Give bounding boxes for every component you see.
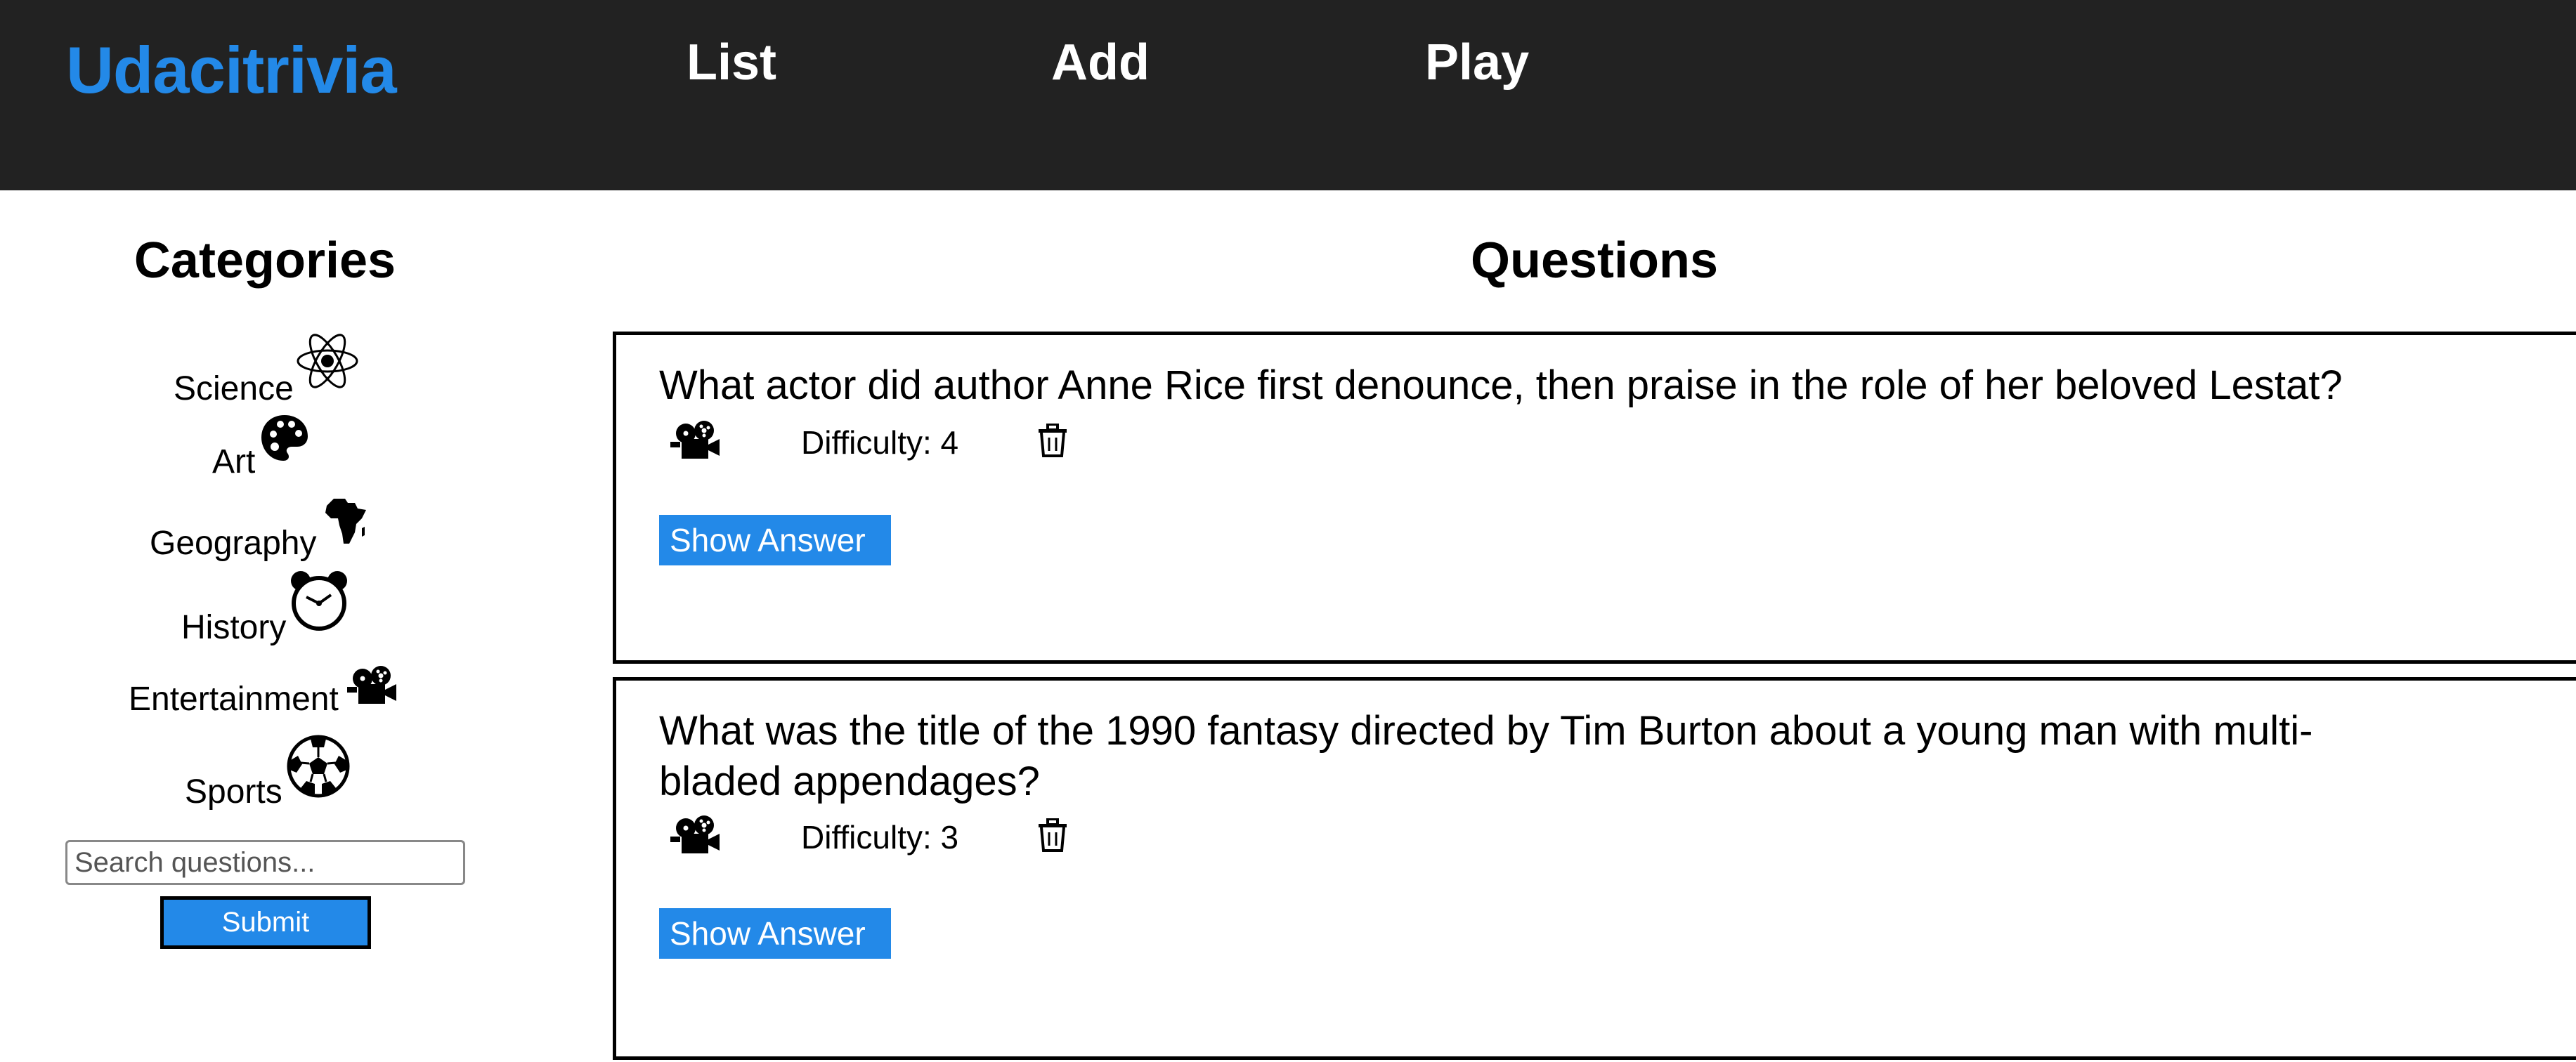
film-camera-icon (346, 666, 399, 714)
category-label: Sports (185, 773, 282, 811)
question-text: What actor did author Anne Rice first de… (659, 362, 2343, 408)
nav-link-play[interactable]: Play (1425, 34, 1529, 91)
question-text: What was the title of the 1990 fantasy d… (659, 708, 2313, 804)
trash-icon[interactable] (1037, 818, 1068, 855)
question-meta: Difficulty: 4 (669, 421, 1068, 464)
category-item-history[interactable]: History (181, 570, 349, 645)
nav-link-list[interactable]: List (687, 34, 776, 91)
show-answer-button[interactable]: Show Answer (659, 908, 891, 959)
atom-icon (295, 330, 360, 400)
difficulty-label: Difficulty: 3 (801, 818, 959, 855)
category-item-sports[interactable]: Sports (185, 735, 350, 809)
category-label: Art (212, 443, 256, 480)
alarm-clock-icon (289, 570, 349, 639)
film-camera-icon (669, 815, 722, 858)
category-item-geography[interactable]: Geography (150, 497, 369, 560)
trash-icon[interactable] (1037, 423, 1068, 461)
africa-map-icon (324, 497, 369, 555)
brand-logo-link[interactable]: Udacitrivia (66, 32, 397, 108)
category-item-science[interactable]: Science (174, 330, 360, 406)
category-label: Geography (150, 525, 317, 562)
submit-button[interactable]: Submit (160, 896, 371, 949)
search-input[interactable] (65, 840, 465, 885)
categories-heading: Categories (134, 232, 396, 289)
category-item-art[interactable]: Art (212, 413, 310, 479)
nav-link-add[interactable]: Add (1051, 34, 1150, 91)
category-label: Entertainment (129, 681, 339, 718)
soccer-ball-icon (287, 735, 350, 806)
question-card: What actor did author Anne Rice first de… (613, 332, 2576, 664)
palette-icon (259, 413, 310, 472)
category-item-entertainment[interactable]: Entertainment (129, 666, 399, 716)
category-label: History (181, 609, 287, 646)
question-card: What was the title of the 1990 fantasy d… (613, 677, 2576, 1060)
top-navbar: Udacitrivia List Add Play (0, 0, 2576, 190)
difficulty-label: Difficulty: 4 (801, 424, 959, 461)
show-answer-button[interactable]: Show Answer (659, 515, 891, 565)
category-label: Science (174, 370, 294, 407)
question-meta: Difficulty: 3 (669, 815, 1068, 858)
questions-heading: Questions (1470, 232, 1719, 289)
film-camera-icon (669, 421, 722, 464)
